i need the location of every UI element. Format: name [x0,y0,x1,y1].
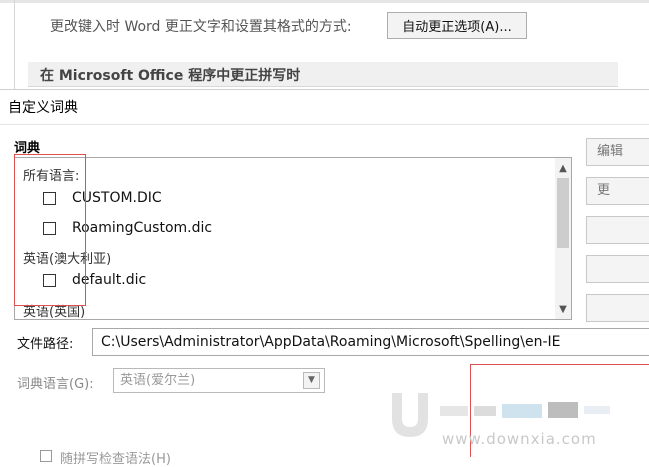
edit-button[interactable]: 编辑 [586,138,649,166]
file-path-label: 文件路径: [17,337,74,352]
watermark-text: www.downxia.com [442,430,597,448]
new-button[interactable] [586,216,649,244]
dictionary-language-label: 词典语言(G): [17,377,94,392]
autocorrect-label: 更改键入时 Word 更正文字和设置其格式的方式: [50,19,352,35]
watermark-bars-icon [440,402,610,418]
dictionary-checkbox[interactable] [43,191,56,205]
language-header-en-gb: 英语(英国) [23,305,86,320]
change-default-button[interactable]: 更 [586,177,649,205]
scroll-up-icon[interactable]: ▲ [555,160,571,176]
dialog-title: 自定义词典 [8,100,78,116]
remove-button[interactable] [586,294,649,322]
dictionary-item-label: CUSTOM.DIC [72,190,162,206]
add-button[interactable] [586,255,649,283]
language-header-all: 所有语言: [23,169,80,184]
dictionary-checkbox[interactable] [43,273,56,287]
dictionary-group-label: 词典 [14,141,41,156]
grammar-check-label: 随拼写检查语法(H) [60,452,171,467]
dictionary-item-label: RoamingCustom.dic [72,220,213,236]
chevron-down-icon[interactable]: ▼ [303,372,320,389]
section-title: 在 Microsoft Office 程序中更正拼写时 [40,68,301,84]
dictionary-list[interactable]: 所有语言: CUSTOM.DIC RoamingCustom.dic 英语(澳大… [14,157,572,320]
dictionary-item-roaming[interactable]: RoamingCustom.dic [43,220,212,236]
dictionary-item-custom[interactable]: CUSTOM.DIC [43,190,162,206]
dictionary-checkbox[interactable] [43,221,56,235]
dictionary-item-label: default.dic [72,272,147,288]
list-scrollbar[interactable]: ▲ ▼ [555,158,571,319]
window-top-edge [0,0,649,3]
scroll-thumb[interactable] [557,178,569,248]
dictionary-language-value: 英语(爱尔兰) [120,373,196,388]
dictionary-language-select[interactable]: 英语(爱尔兰) ▼ [113,368,325,393]
language-header-en-au: 英语(澳大利亚) [23,252,112,267]
scroll-down-icon[interactable]: ▼ [555,301,571,317]
grammar-checkbox[interactable] [40,450,52,462]
autocorrect-options-button[interactable]: 自动更正选项(A)... [387,12,527,39]
dialog-title-divider [0,124,649,125]
file-path-field[interactable]: C:\Users\Administrator\AppData\Roaming\M… [92,328,649,356]
dictionary-item-default[interactable]: default.dic [43,272,146,288]
watermark-logo-icon [392,393,428,437]
